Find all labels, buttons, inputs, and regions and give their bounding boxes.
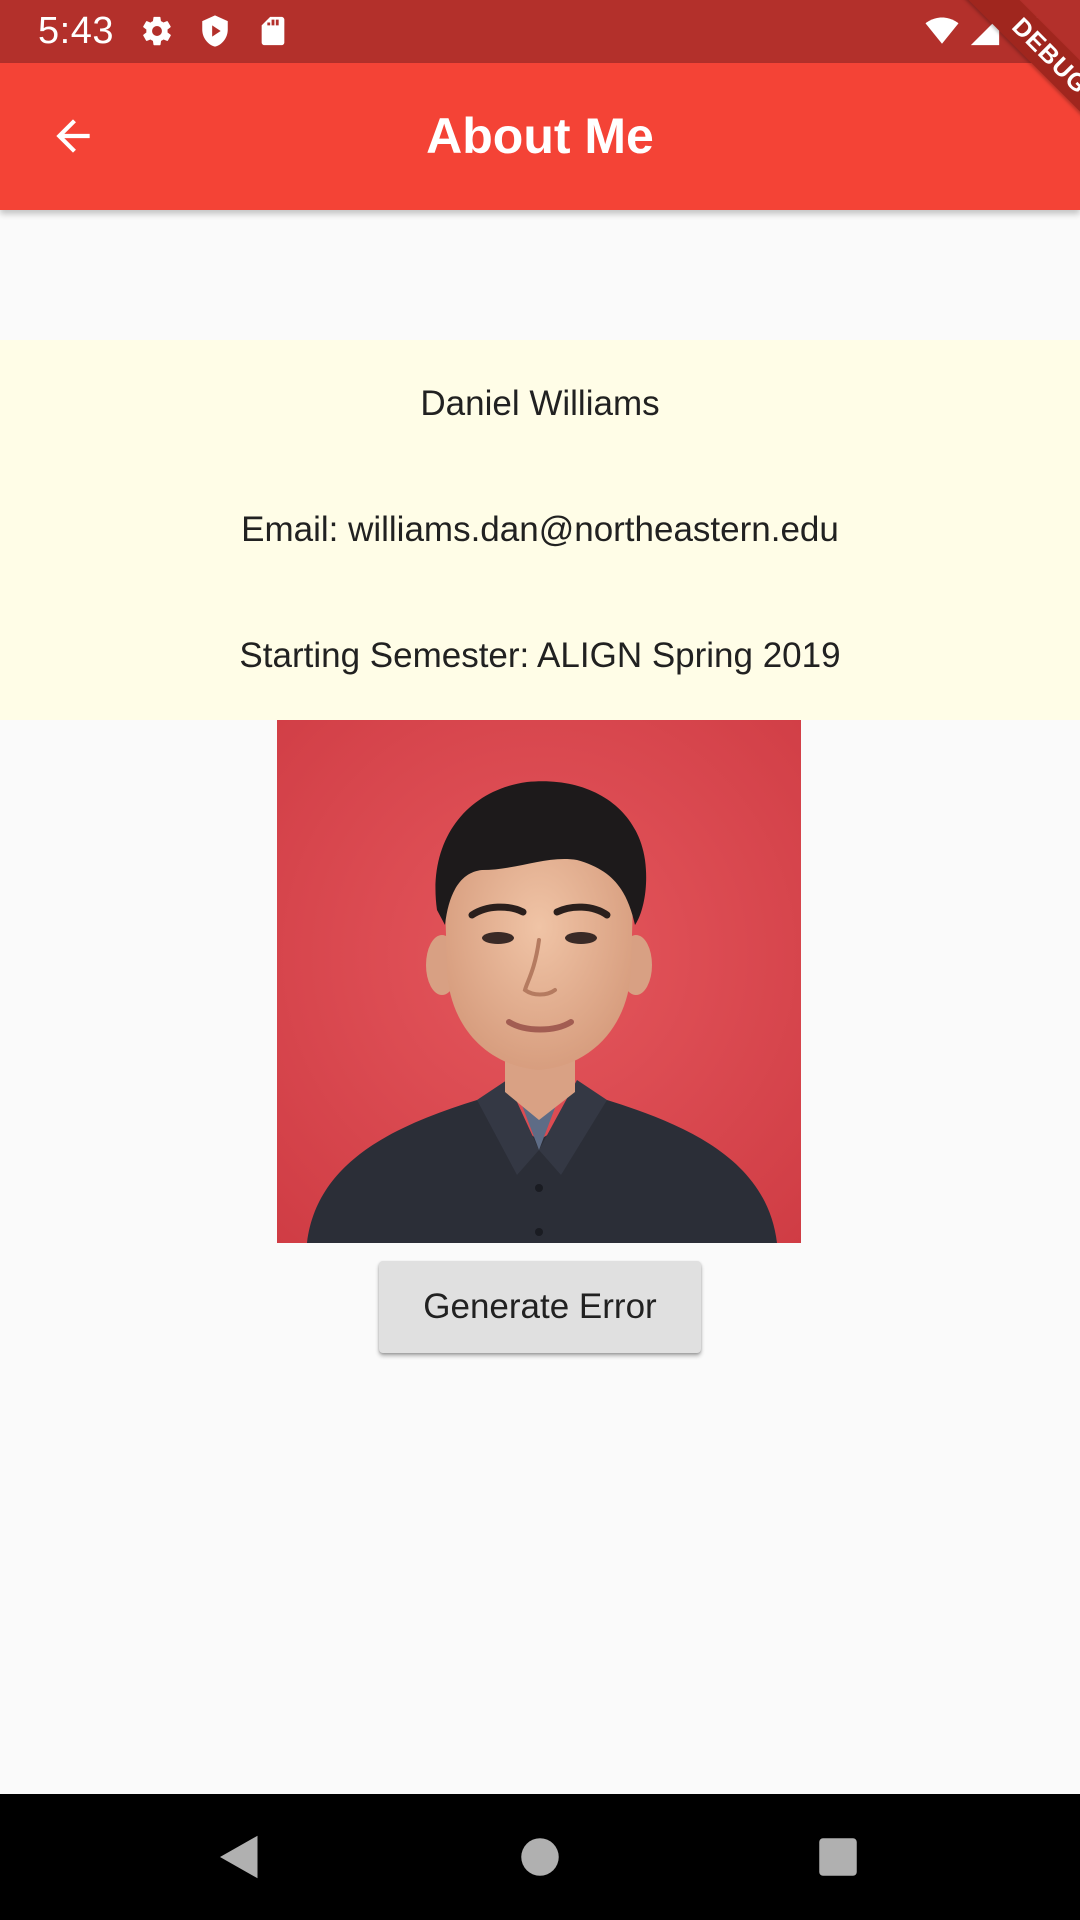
arrow-back-icon	[48, 111, 98, 161]
back-triangle-icon[interactable]	[210, 1827, 270, 1887]
profile-photo	[277, 720, 801, 1243]
app-bar: About Me	[0, 63, 1080, 210]
profile-starting-semester: Starting Semester: ALIGN Spring 2019	[239, 636, 841, 675]
settings-icon	[140, 14, 174, 48]
status-bar: 5:43	[0, 0, 1080, 63]
generate-error-button[interactable]: Generate Error	[379, 1261, 701, 1353]
home-circle-icon[interactable]	[510, 1827, 570, 1887]
page-title: About Me	[426, 108, 654, 164]
about-me-screen: 5:43 About Me DEBUG Daniel Williams Emai…	[0, 0, 1080, 1920]
sd-card-icon	[256, 14, 290, 48]
recents-square-icon[interactable]	[808, 1827, 868, 1887]
profile-info-card: Daniel Williams Email: williams.dan@nort…	[0, 340, 1080, 720]
profile-email: Email: williams.dan@northeastern.edu	[241, 510, 839, 549]
system-nav-bar	[0, 1794, 1080, 1920]
profile-name: Daniel Williams	[420, 384, 660, 423]
wifi-icon	[922, 14, 962, 48]
back-button[interactable]	[28, 91, 118, 181]
shield-play-icon	[198, 14, 232, 48]
status-time: 5:43	[38, 10, 114, 52]
